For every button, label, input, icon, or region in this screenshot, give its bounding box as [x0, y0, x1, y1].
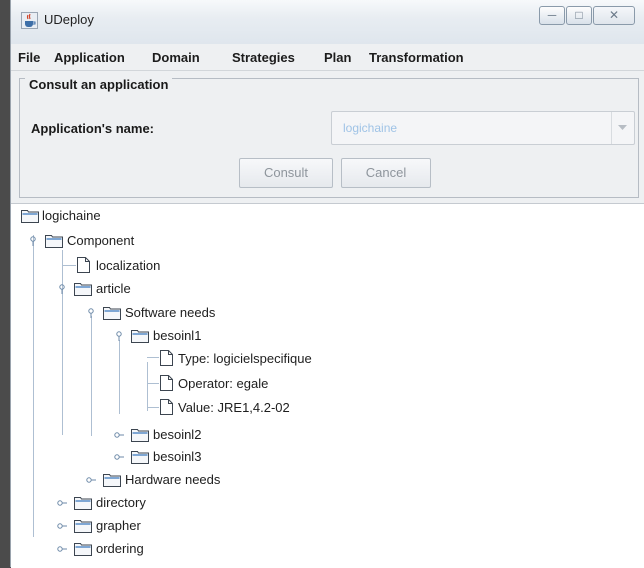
file-icon	[160, 375, 173, 391]
collapsed-handle-icon	[114, 454, 124, 460]
menu-file[interactable]: File	[18, 50, 40, 65]
collapsed-handle-icon	[57, 523, 67, 529]
menu-domain[interactable]: Domain	[152, 50, 200, 65]
java-cup-icon	[21, 12, 38, 29]
tree-line	[91, 316, 92, 436]
minimize-button[interactable]: ─	[539, 6, 565, 25]
close-icon: ✕	[608, 8, 620, 22]
expanded-handle-icon	[59, 284, 65, 294]
collapsed-handle-icon	[86, 477, 96, 483]
menu-strategies[interactable]: Strategies	[232, 50, 295, 65]
collapsed-handle-icon	[57, 500, 67, 506]
tree-node-label: besoinl3	[153, 449, 202, 464]
tree-line	[119, 340, 120, 414]
file-icon	[160, 399, 173, 415]
application-window: UDeploy ─ □ ✕ File Application Domain St…	[10, 0, 644, 568]
collapsed-handle-icon	[57, 546, 67, 552]
menu-application[interactable]: Application	[54, 50, 125, 65]
folder-icon	[21, 210, 39, 223]
menu-plan[interactable]: Plan	[324, 50, 351, 65]
expanded-handle-icon	[88, 308, 94, 318]
tree-node-label: directory	[96, 495, 146, 510]
tree-node-label: article	[96, 281, 131, 296]
folder-icon	[45, 235, 63, 248]
tree-line	[147, 383, 159, 384]
tree-node-label: Value: JRE1,4.2-02	[178, 400, 290, 415]
expanded-handle-icon	[30, 236, 36, 246]
application-name-select[interactable]: logichaine	[331, 111, 635, 145]
tree-node-label: Component	[67, 233, 135, 248]
tree-line	[147, 357, 159, 358]
maximize-button[interactable]: □	[566, 6, 592, 25]
tree-node-label: besoinl2	[153, 427, 202, 442]
tree-node-label: localization	[96, 258, 161, 273]
folder-icon	[131, 451, 149, 464]
tree-node-label: Software needs	[125, 305, 216, 320]
application-name-label: Application's name:	[31, 121, 154, 136]
folder-icon	[103, 307, 121, 320]
tree-node-label: ordering	[96, 541, 144, 556]
folder-icon	[131, 429, 149, 442]
application-name-value: logichaine	[343, 121, 398, 135]
file-icon	[77, 257, 90, 273]
expanded-handle-icon	[116, 331, 122, 341]
application-tree: logichaine Component localization articl…	[11, 203, 644, 568]
tree-node-label: logichaine	[42, 208, 101, 223]
folder-icon	[74, 283, 92, 296]
menu-bar: File Application Domain Strategies Plan …	[11, 44, 644, 71]
folder-icon	[74, 520, 92, 533]
tree-line	[62, 265, 76, 266]
collapsed-handle-icon	[114, 432, 124, 438]
folder-icon	[74, 497, 92, 510]
tree-node-label: Hardware needs	[125, 472, 221, 487]
folder-icon	[103, 474, 121, 487]
file-icon	[160, 350, 173, 366]
tree-line	[147, 407, 159, 408]
maximize-icon: □	[575, 8, 583, 22]
tree-line	[33, 235, 34, 537]
menu-transformation[interactable]: Transformation	[369, 50, 464, 65]
tree-node-label: Type: logicielspecifique	[178, 351, 312, 366]
window-title: UDeploy	[44, 12, 94, 27]
tree-node-label: Operator: egale	[178, 376, 269, 391]
window-controls: ─ □ ✕	[539, 6, 636, 26]
consult-button[interactable]: Consult	[239, 158, 333, 188]
chevron-down-icon	[618, 125, 627, 130]
close-button[interactable]: ✕	[593, 6, 635, 25]
tree-node-label: besoinl1	[153, 328, 202, 343]
tree-node-label: grapher	[96, 518, 141, 533]
minimize-icon: ─	[547, 8, 557, 22]
dropdown-arrow[interactable]	[611, 112, 634, 144]
title-bar[interactable]: UDeploy ─ □ ✕	[11, 0, 644, 45]
cancel-button[interactable]: Cancel	[341, 158, 431, 188]
panel-legend: Consult an application	[25, 77, 173, 92]
folder-icon	[74, 543, 92, 556]
folder-icon	[131, 330, 149, 343]
tree-line	[147, 362, 148, 411]
tree-line	[62, 250, 63, 435]
